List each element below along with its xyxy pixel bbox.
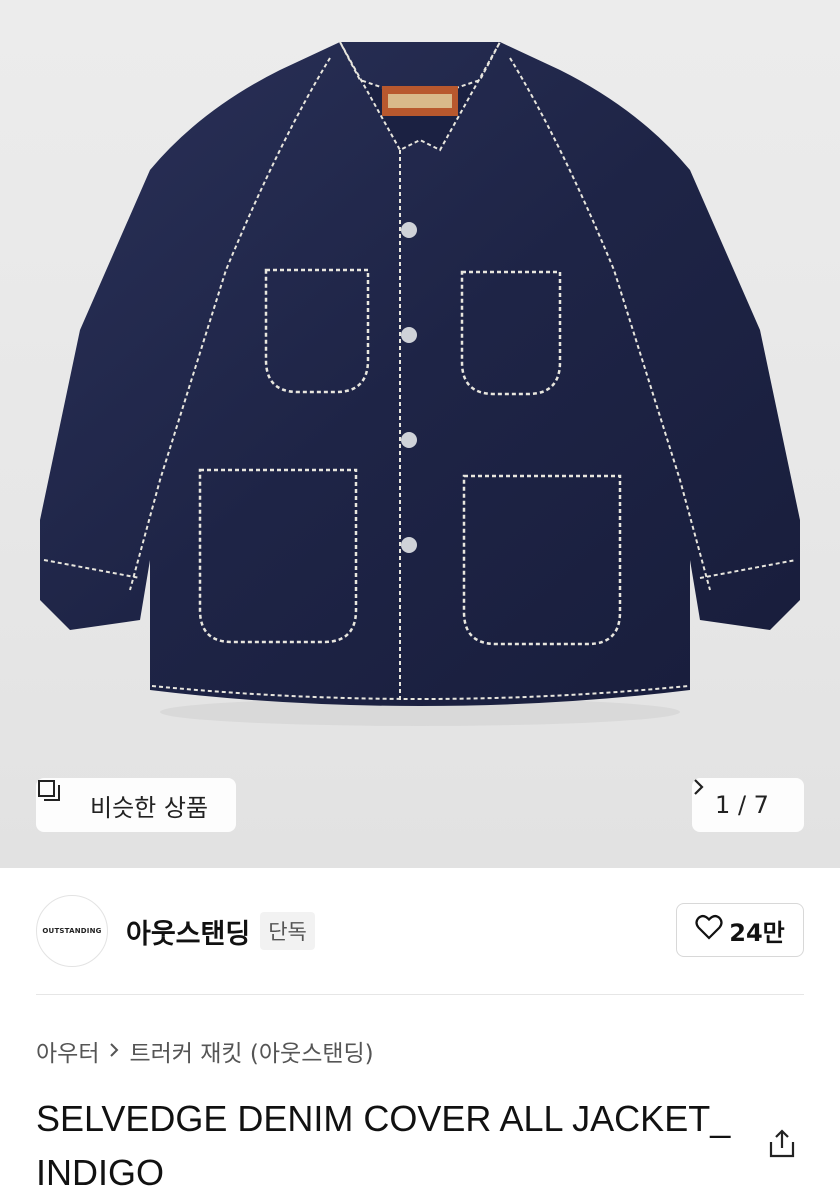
product-image (40, 41, 800, 726)
breadcrumb-subcategory[interactable]: 트러커 재킷 (아웃스탠딩) (129, 1034, 373, 1068)
breadcrumb: 아우터 트러커 재킷 (아웃스탠딩) (36, 1034, 374, 1068)
product-title: SELVEDGE DENIM COVER ALL JACKET_INDIGO (36, 1098, 731, 1193)
product-image-carousel[interactable]: 비슷한 상품 1 / 7 (0, 0, 840, 868)
heart-icon (695, 914, 723, 946)
brand-row: OUTSTANDING 아웃스탠딩 단독 24만 (36, 894, 804, 968)
brand-logo[interactable]: OUTSTANDING (36, 895, 108, 967)
similar-items-icon (38, 780, 80, 818)
similar-items-label: 비슷한 상품 (90, 793, 209, 822)
like-count: 24만 (729, 918, 785, 947)
chevron-right-icon (109, 1039, 119, 1064)
similar-items-button[interactable]: 비슷한 상품 (36, 778, 236, 832)
image-pager-button[interactable]: 1 / 7 (692, 778, 804, 832)
brand-name-link[interactable]: 아웃스탠딩 (126, 912, 250, 951)
image-pager-text: 1 / 7 (715, 791, 769, 819)
share-icon (766, 1128, 798, 1164)
breadcrumb-category[interactable]: 아우터 (36, 1034, 99, 1068)
divider (36, 994, 804, 995)
exclusive-badge: 단독 (260, 912, 315, 950)
share-button[interactable] (760, 1124, 804, 1168)
like-button[interactable]: 24만 (676, 903, 804, 957)
brand-logo-text: OUTSTANDING (42, 927, 102, 935)
